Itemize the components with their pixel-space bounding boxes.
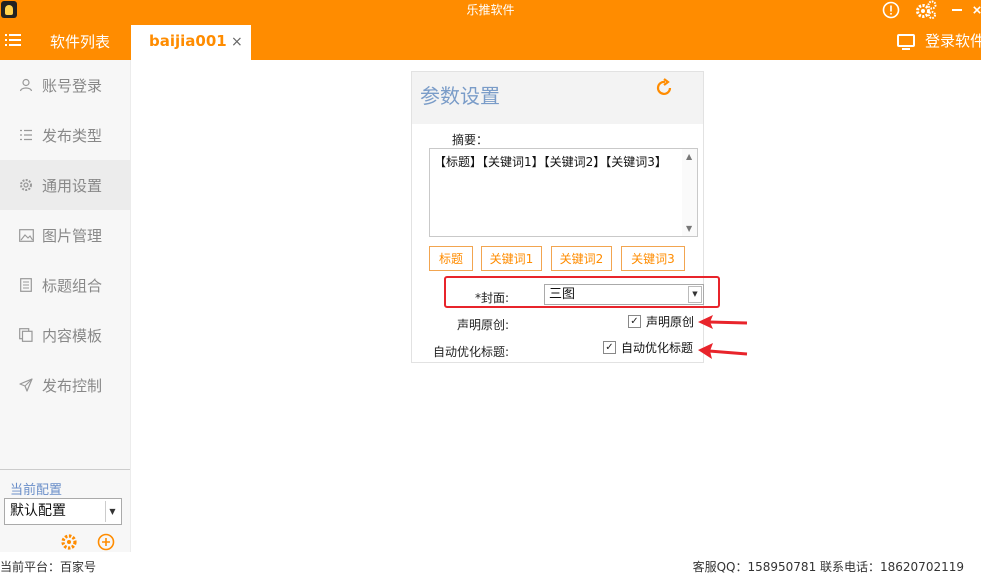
sidebar-item-title-combination[interactable]: 标题组合 (0, 260, 130, 310)
window-title: 乐推软件 (466, 3, 515, 17)
software-list-tab[interactable]: 软件列表 (50, 31, 110, 52)
cover-highlight-box (444, 276, 720, 308)
monitor-icon (897, 34, 915, 50)
sidebar-divider (0, 469, 130, 470)
settings-gears-icon[interactable] (914, 0, 938, 20)
title-bar: 乐推软件 (0, 0, 981, 20)
summary-scrollbar[interactable]: ▲ ▼ (682, 149, 697, 236)
close-window-icon[interactable] (973, 0, 981, 20)
sidebar-item-publish-control[interactable]: 发布控制 (0, 360, 130, 410)
original-checkbox-label: 声明原创 (646, 315, 695, 329)
login-label: 登录软件 (925, 32, 981, 50)
menu-icon[interactable] (5, 34, 21, 46)
contact-info: 客服QQ：158950781 联系电话：18620702119 (692, 560, 964, 574)
summary-text: 【标题】【关键词1】【关键词2】【关键词3】 (434, 155, 667, 169)
sidebar-item-publish-type[interactable]: 发布类型 (0, 110, 130, 160)
document-icon (18, 277, 34, 293)
sidebar-item-label: 通用设置 (42, 176, 103, 195)
copy-icon (18, 327, 34, 343)
insert-keyword1-button[interactable]: 关键词1 (481, 246, 542, 271)
scroll-down-icon[interactable]: ▼ (686, 224, 692, 233)
gear-icon (18, 177, 34, 193)
image-icon (18, 227, 34, 243)
annotation-arrow-icon (698, 343, 748, 359)
checkbox-checked-icon[interactable]: ✓ (603, 341, 616, 354)
status-bar: 当前平台：百家号 客服QQ：158950781 联系电话：18620702119 (0, 552, 981, 574)
info-icon[interactable] (881, 0, 901, 20)
list-icon (18, 127, 34, 143)
minimize-icon[interactable] (950, 0, 964, 20)
insert-keyword3-button[interactable]: 关键词3 (621, 246, 685, 271)
current-platform: 当前平台：百家号 (0, 560, 97, 574)
sidebar-item-label: 账号登录 (42, 76, 103, 95)
original-checkbox[interactable]: ✓ 声明原创 (628, 313, 694, 330)
sidebar-item-content-template[interactable]: 内容模板 (0, 310, 130, 360)
config-select-value: 默认配置 (10, 503, 66, 519)
sidebar-item-label: 标题组合 (42, 276, 103, 295)
parameter-settings-panel: 参数设置 摘要： 【标题】【关键词1】【关键词2】【关键词3】 ▲ ▼ 标题 关… (411, 71, 704, 363)
panel-title: 参数设置 (420, 84, 500, 108)
panel-header: 参数设置 (412, 72, 703, 124)
login-software-button[interactable]: 登录软件 (897, 30, 981, 51)
tab-bar: 软件列表 baijia001 × 登录软件 (0, 20, 981, 60)
tab-label: baijia001 (149, 32, 227, 50)
sidebar-item-label: 发布类型 (42, 126, 103, 145)
annotation-arrow-icon (698, 315, 748, 329)
checkbox-checked-icon[interactable]: ✓ (628, 315, 641, 328)
current-config-label: 当前配置 (10, 483, 63, 498)
config-select[interactable]: 默认配置 ▼ (4, 498, 122, 525)
sidebar-item-label: 内容模板 (42, 326, 103, 345)
optimize-title-label: 自动优化标题: (433, 345, 510, 359)
sidebar-item-general-settings[interactable]: 通用设置 (0, 160, 130, 210)
summary-textarea[interactable]: 【标题】【关键词1】【关键词2】【关键词3】 ▲ ▼ (429, 148, 698, 237)
tab-baijia001[interactable]: baijia001 × (131, 25, 251, 60)
optimize-title-checkbox[interactable]: ✓ 自动优化标题 (603, 339, 693, 356)
sidebar: 账号登录 发布类型 通用设置 图片管理 标题组合 内容模板 发布控制 当前配置 … (0, 60, 131, 552)
sidebar-item-label: 图片管理 (42, 226, 103, 245)
sidebar-item-image-management[interactable]: 图片管理 (0, 210, 130, 260)
user-icon (18, 77, 34, 93)
sidebar-item-label: 发布控制 (42, 376, 103, 395)
chevron-down-icon[interactable]: ▼ (105, 501, 119, 522)
config-settings-gear-icon[interactable] (59, 532, 79, 552)
original-label: 声明原创: (457, 318, 510, 332)
summary-label: 摘要： (452, 133, 489, 147)
refresh-icon[interactable] (655, 78, 675, 103)
send-icon (18, 377, 34, 393)
scroll-up-icon[interactable]: ▲ (686, 152, 692, 161)
optimize-title-checkbox-label: 自动优化标题 (621, 341, 694, 355)
sidebar-item-account-login[interactable]: 账号登录 (0, 60, 130, 110)
insert-title-button[interactable]: 标题 (429, 246, 473, 271)
add-config-icon[interactable] (96, 532, 116, 552)
tab-close-icon[interactable]: × (231, 34, 243, 50)
insert-keyword2-button[interactable]: 关键词2 (551, 246, 612, 271)
